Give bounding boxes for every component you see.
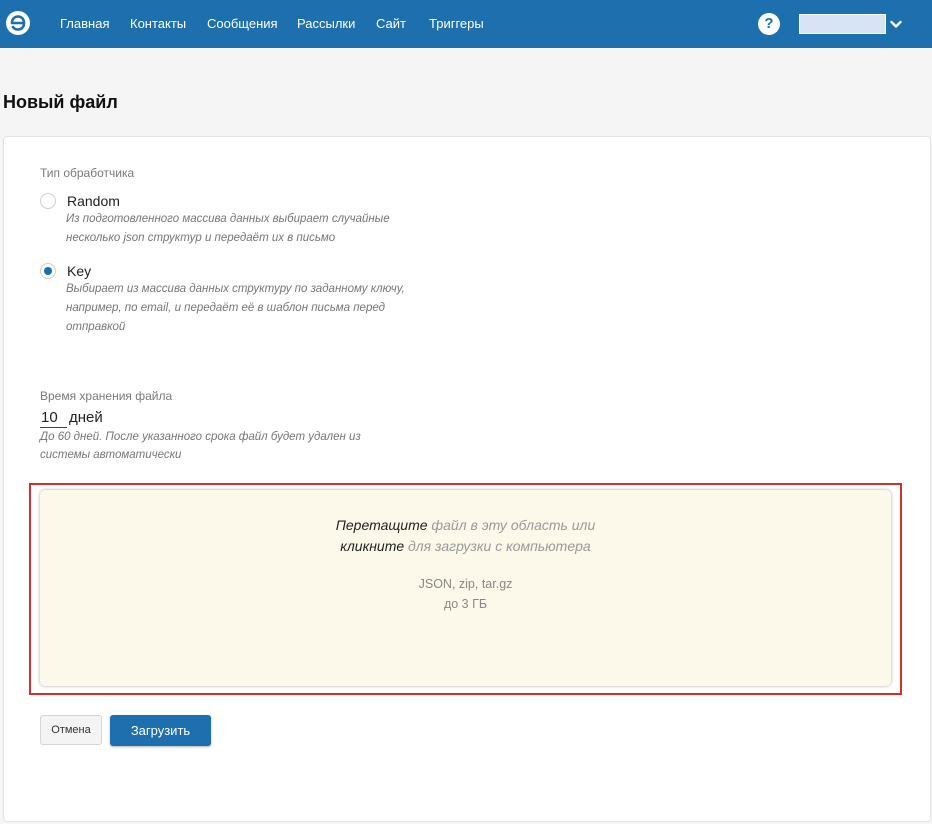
radio-key-description: Выбирает из массива данных структуру по … — [66, 283, 405, 333]
dropzone-formats: JSON, zip, tar.gz — [418, 577, 513, 591]
top-navbar: Главная Контакты Сообщения Рассылки Сайт… — [0, 0, 932, 48]
file-dropzone[interactable]: Перетащите файл в эту область или кликни… — [40, 490, 891, 686]
nav-item-triggers[interactable]: Триггеры — [429, 16, 484, 31]
storage-days-unit: дней — [69, 409, 103, 426]
account-selector[interactable] — [799, 14, 886, 34]
radio-key[interactable] — [40, 263, 56, 279]
nav-item-messages[interactable]: Сообщения — [207, 16, 278, 31]
dropzone-drag-rest: файл в эту область или — [427, 517, 596, 533]
nav-item-mailings[interactable]: Рассылки — [297, 16, 355, 31]
radio-random[interactable] — [40, 193, 56, 209]
page-title: Новый файл — [3, 92, 118, 112]
storage-time-label: Время хранения файла — [40, 389, 173, 403]
dropzone-click-rest: для загрузки с компьютера — [404, 538, 591, 554]
radio-random-label[interactable]: Random — [67, 193, 120, 209]
storage-hint: До 60 дней. После указанного срока файл … — [40, 431, 361, 461]
upload-button[interactable]: Загрузить — [110, 715, 211, 746]
dropzone-click-text: кликните для загрузки с компьютера — [40, 538, 891, 554]
nav-item-home[interactable]: Главная — [60, 16, 109, 31]
help-icon[interactable]: ? — [758, 13, 780, 35]
cancel-button[interactable]: Отмена — [40, 715, 102, 745]
storage-days-input[interactable] — [40, 408, 67, 428]
nav-item-site[interactable]: Сайт — [376, 16, 406, 31]
dropzone-max-size: до 3 ГБ — [443, 597, 488, 611]
chevron-down-icon[interactable] — [889, 17, 903, 31]
nav-item-contacts[interactable]: Контакты — [130, 16, 186, 31]
dropzone-drag-text: Перетащите файл в эту область или — [40, 517, 891, 533]
dropzone-drag-word: Перетащите — [335, 517, 428, 533]
handler-type-label: Тип обработчика — [40, 166, 135, 180]
dropzone-click-word[interactable]: кликните — [340, 538, 404, 554]
radio-key-label[interactable]: Key — [67, 263, 91, 279]
radio-random-description: Из подготовленного массива данных выбира… — [66, 213, 390, 244]
logo-icon[interactable] — [4, 8, 32, 38]
